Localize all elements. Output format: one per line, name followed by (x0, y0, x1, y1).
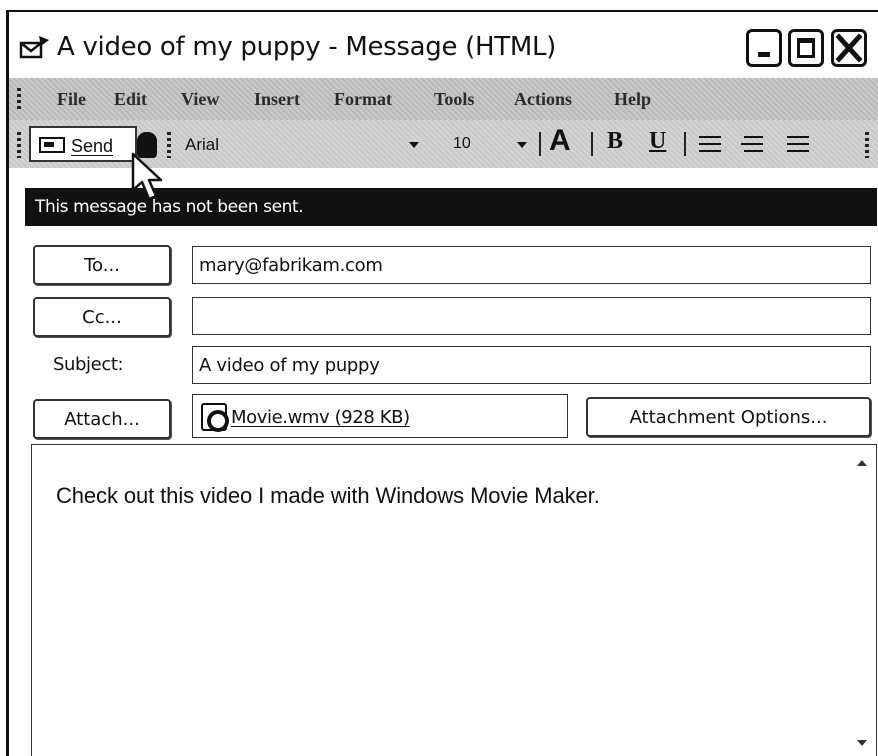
menu-actions[interactable]: Actions (514, 89, 572, 110)
to-field[interactable]: mary@fabrikam.com (192, 246, 871, 284)
subject-label: Subject: (53, 354, 124, 375)
toolbar-grip-handle[interactable] (17, 132, 21, 158)
message-body[interactable]: Check out this video I made with Windows… (31, 444, 877, 756)
cc-field[interactable] (192, 297, 871, 335)
envelope-icon (19, 36, 49, 59)
unsent-notice-text: This message has not been sent. (35, 197, 304, 217)
attachment-options-button[interactable]: Attachment Options... (586, 397, 871, 437)
menu-help[interactable]: Help (614, 89, 651, 110)
menu-grip-handle[interactable] (17, 88, 21, 110)
font-color-button[interactable]: A (549, 124, 571, 158)
menu-format[interactable]: Format (334, 89, 392, 110)
attach-button[interactable]: Attach... (33, 399, 171, 439)
maximize-button[interactable] (788, 29, 824, 67)
toolbar-options-handle[interactable] (865, 132, 869, 158)
attachment-link[interactable]: Movie.wmv (928 KB) (231, 407, 410, 428)
scroll-up-icon[interactable] (854, 457, 870, 471)
menu-tools[interactable]: Tools (434, 89, 474, 110)
toolbar-separator (684, 132, 686, 156)
chevron-down-icon (515, 142, 529, 150)
menu-insert[interactable]: Insert (254, 89, 300, 110)
menu-file[interactable]: File (57, 89, 86, 110)
font-name-value: Arial (185, 135, 220, 154)
message-window: A video of my puppy - Message (HTML) Fil… (6, 10, 878, 756)
attachment-field: Movie.wmv (928 KB) (192, 394, 568, 438)
send-label: Send (71, 136, 114, 156)
minimize-icon (758, 52, 770, 57)
title-bar[interactable]: A video of my puppy - Message (HTML) (9, 12, 878, 78)
to-button[interactable]: To... (33, 245, 171, 285)
mouse-pointer-icon (131, 152, 163, 201)
close-icon (835, 33, 863, 63)
video-file-icon (201, 403, 229, 432)
align-center-icon[interactable] (741, 136, 763, 152)
minimize-button[interactable] (746, 29, 782, 67)
window-title: A video of my puppy - Message (HTML) (57, 32, 556, 62)
font-size-select[interactable]: 10 (447, 128, 537, 160)
chevron-down-icon (407, 142, 421, 150)
message-body-text: Check out this video I made with Windows… (56, 483, 600, 508)
align-left-icon[interactable] (699, 136, 721, 152)
menu-view[interactable]: View (181, 89, 219, 110)
toolbar-separator (591, 132, 593, 156)
menu-edit[interactable]: Edit (114, 89, 147, 110)
scroll-down-icon[interactable] (854, 737, 870, 751)
send-icon (39, 137, 65, 153)
font-name-select[interactable]: Arial (179, 128, 429, 160)
menu-bar: File Edit View Insert Format Tools Actio… (9, 78, 878, 120)
send-button[interactable]: Send (29, 126, 137, 162)
underline-button[interactable]: U (649, 128, 666, 155)
maximize-icon (797, 38, 815, 58)
toolbar-separator (539, 132, 541, 156)
subject-field[interactable]: A video of my puppy (192, 346, 871, 384)
bold-button[interactable]: B (607, 128, 623, 155)
close-button[interactable] (831, 29, 867, 67)
bullets-icon[interactable] (787, 136, 809, 152)
toolbar-grip-handle[interactable] (167, 132, 171, 158)
cc-button[interactable]: Cc... (33, 297, 171, 337)
font-size-value: 10 (453, 135, 471, 152)
